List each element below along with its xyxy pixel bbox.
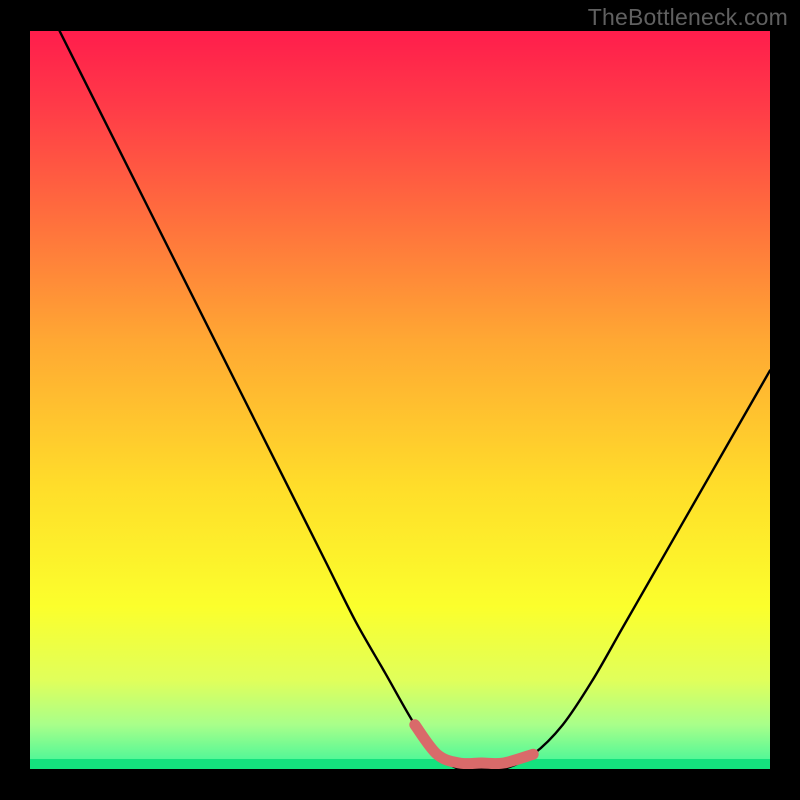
bottleneck-curve-path <box>60 31 770 769</box>
curve-highlight-path <box>415 725 533 764</box>
plot-area <box>30 31 770 769</box>
attribution-label: TheBottleneck.com <box>588 4 788 31</box>
curve-svg <box>30 31 770 769</box>
chart-stage: TheBottleneck.com <box>0 0 800 800</box>
